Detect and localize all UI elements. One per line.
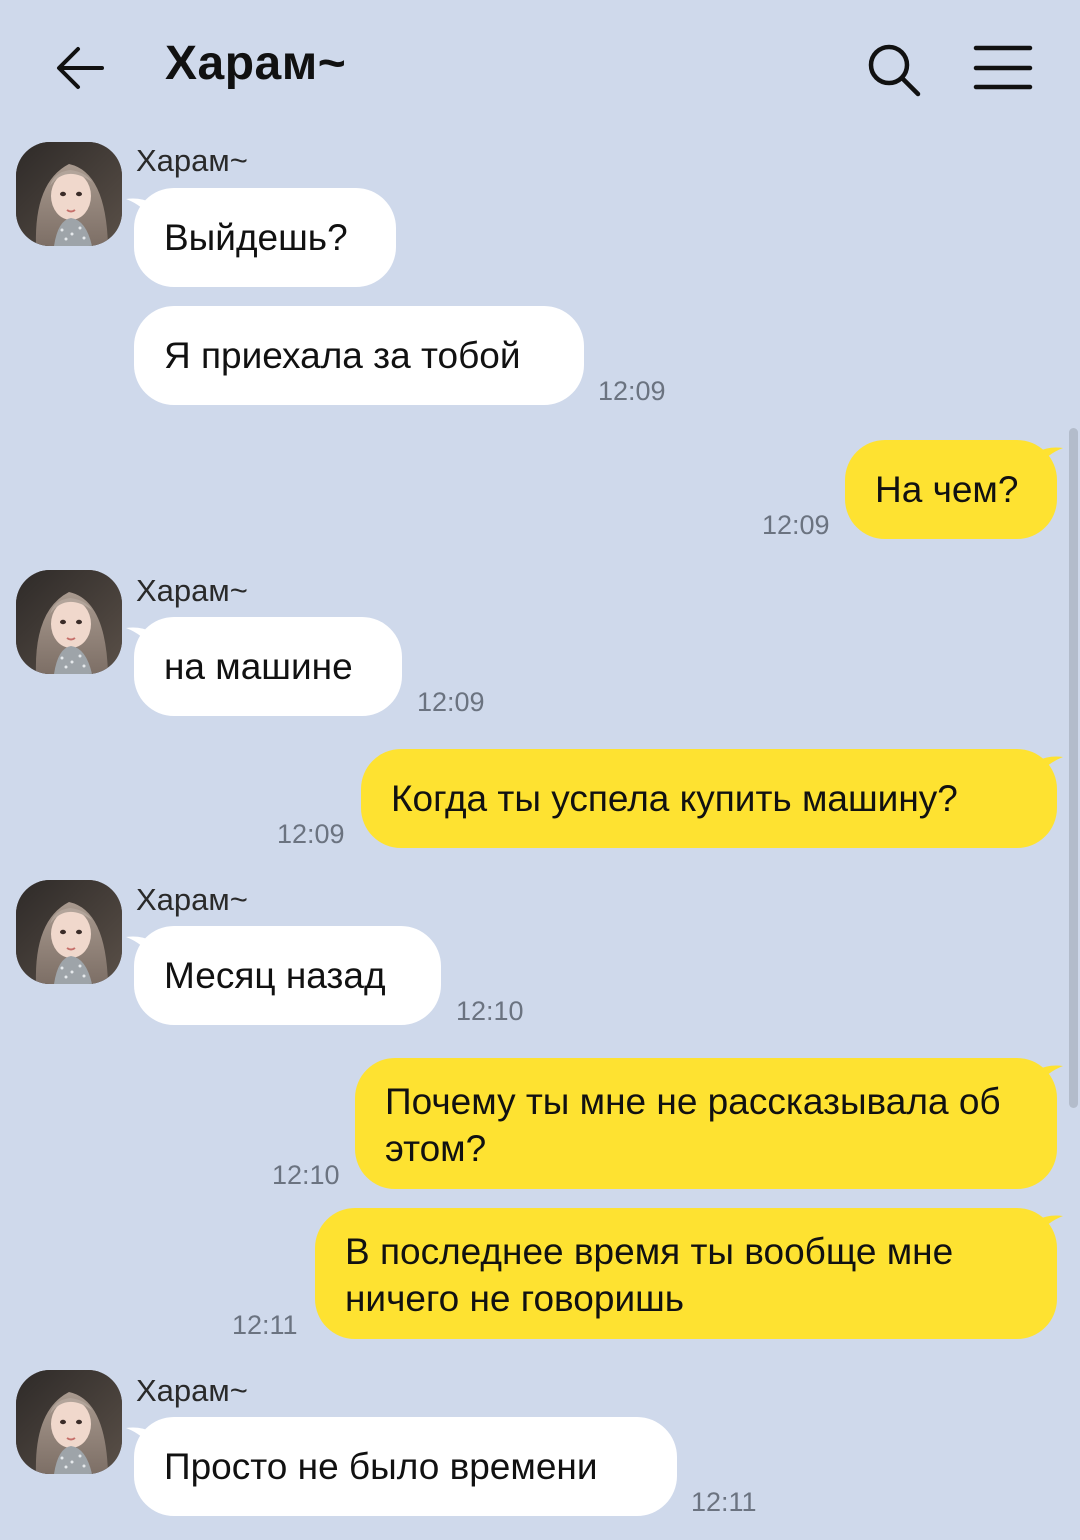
message-bubble-outgoing[interactable]: На чем? (845, 440, 1057, 539)
menu-icon[interactable] (970, 40, 1036, 96)
message-bubble-incoming[interactable]: на машине (134, 617, 402, 716)
sender-name: Харам~ (136, 882, 248, 917)
back-arrow-icon[interactable] (50, 38, 110, 98)
message-time: 12:10 (272, 1160, 340, 1190)
chat-title: Харам~ (165, 37, 347, 90)
message-text: Месяц назад (164, 955, 386, 996)
message-bubble-outgoing[interactable]: Почему ты мне не рассказывала об этом? (355, 1058, 1057, 1189)
message-bubble-incoming[interactable]: Выйдешь? (134, 188, 396, 287)
sender-name: Харам~ (136, 573, 248, 608)
sender-name: Харам~ (136, 143, 248, 178)
message-time: 12:09 (417, 687, 485, 717)
sender-name: Харам~ (136, 1373, 248, 1408)
message-text: В последнее время ты вообще мне ничего н… (345, 1231, 954, 1319)
message-bubble-outgoing[interactable]: Когда ты успела купить машину? (361, 749, 1057, 848)
message-text: Просто не было времени (164, 1446, 598, 1487)
avatar[interactable] (16, 570, 122, 674)
message-time: 12:11 (691, 1487, 757, 1517)
message-bubble-incoming[interactable]: Я приехала за тобой (134, 306, 584, 405)
search-icon[interactable] (862, 38, 924, 100)
message-text: на машине (164, 646, 353, 687)
scrollbar[interactable] (1069, 428, 1078, 1108)
avatar[interactable] (16, 142, 122, 246)
message-text: Я приехала за тобой (164, 335, 521, 376)
message-text: Почему ты мне не рассказывала об этом? (385, 1081, 1001, 1169)
message-time: 12:09 (598, 376, 666, 406)
message-bubble-incoming[interactable]: Просто не было времени (134, 1417, 677, 1516)
avatar[interactable] (16, 1370, 122, 1474)
message-time: 12:09 (277, 819, 345, 849)
message-bubble-outgoing[interactable]: В последнее время ты вообще мне ничего н… (315, 1208, 1057, 1339)
message-text: Когда ты успела купить машину? (391, 778, 958, 819)
message-time: 12:11 (232, 1310, 298, 1340)
chat-header: Харам~ (0, 0, 1080, 134)
message-text: Выйдешь? (164, 217, 348, 258)
message-text: На чем? (875, 469, 1019, 510)
message-bubble-incoming[interactable]: Месяц назад (134, 926, 441, 1025)
message-time: 12:09 (762, 510, 830, 540)
message-time: 12:10 (456, 996, 524, 1026)
avatar[interactable] (16, 880, 122, 984)
